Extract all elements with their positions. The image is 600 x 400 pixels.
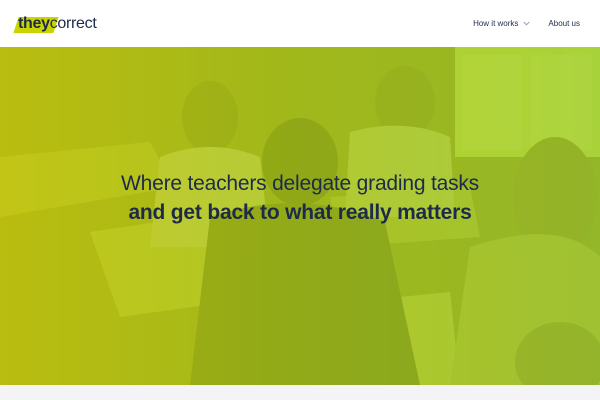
- hero-heading-line2: and get back to what really matters: [128, 201, 472, 224]
- section-divider: [0, 385, 600, 400]
- logo-text-correct: correct: [49, 14, 97, 32]
- nav-how-it-works-label: How it works: [473, 19, 519, 28]
- hero-heading: Where teachers delegate grading tasks an…: [0, 169, 600, 227]
- nav-about-us-label: About us: [548, 19, 580, 28]
- chevron-down-icon: [523, 21, 530, 26]
- logo[interactable]: they correct: [13, 12, 97, 36]
- main-nav: How it works About us: [473, 19, 580, 28]
- logo-text-they: they: [18, 14, 50, 32]
- nav-about-us[interactable]: About us: [548, 19, 580, 28]
- nav-how-it-works[interactable]: How it works: [473, 19, 530, 28]
- hero-banner: Where teachers delegate grading tasks an…: [0, 47, 600, 385]
- site-header: they correct How it works About us: [0, 0, 600, 47]
- hero-heading-line1: Where teachers delegate grading tasks: [121, 172, 479, 195]
